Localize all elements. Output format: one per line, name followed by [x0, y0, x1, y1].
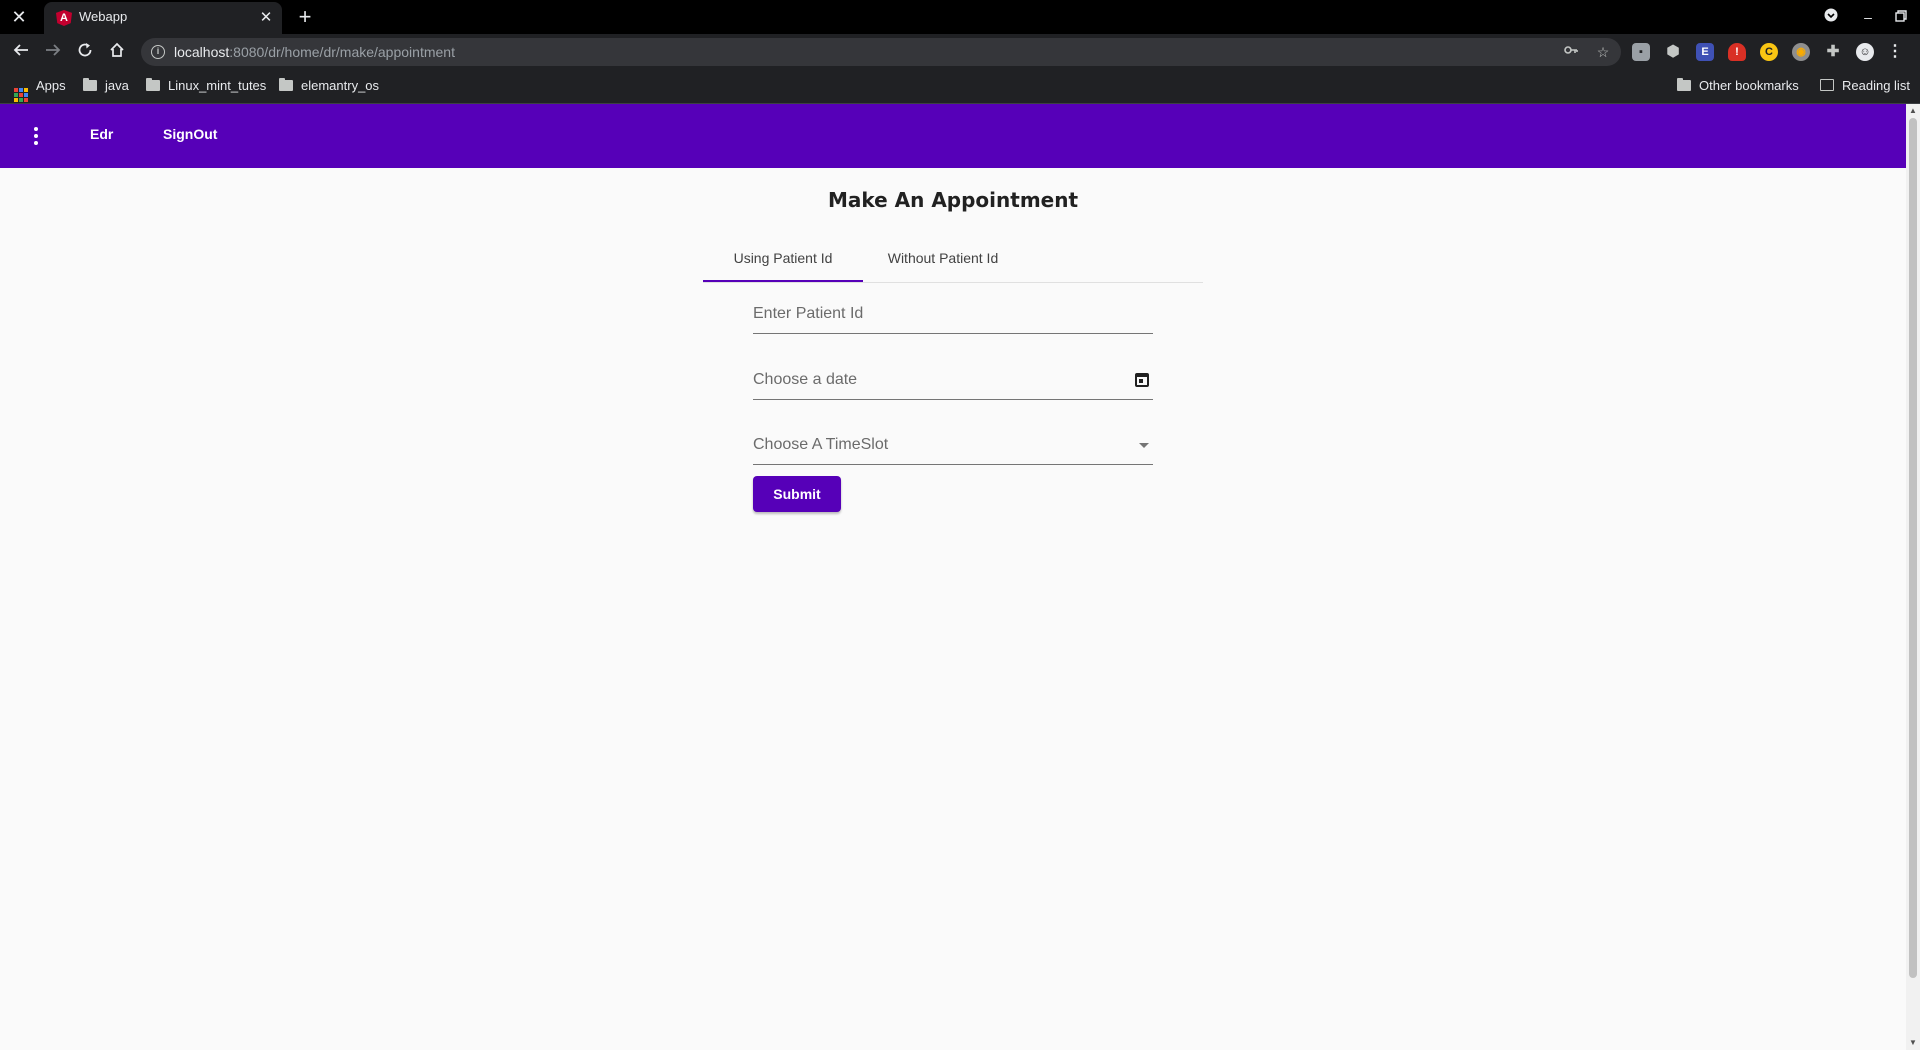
folder-icon: [146, 78, 160, 91]
bookmark-folder-elemantry-os[interactable]: elemantry_os: [279, 78, 379, 96]
appointment-tabs: Using Patient Id Without Patient Id: [703, 234, 1203, 283]
url-host: localhost: [174, 44, 230, 60]
forward-icon[interactable]: [40, 39, 66, 65]
tab-search-icon[interactable]: [1820, 6, 1842, 28]
folder-icon: [83, 78, 97, 91]
patient-id-field[interactable]: [753, 294, 1153, 334]
folder-icon: [1677, 78, 1691, 91]
restore-icon[interactable]: [1890, 6, 1912, 28]
tab-without-patient-id[interactable]: Without Patient Id: [863, 234, 1023, 282]
bookmark-apps[interactable]: Apps: [14, 78, 66, 102]
bookmark-other-bookmarks[interactable]: Other bookmarks: [1677, 78, 1799, 96]
reading-list-label: Reading list: [1842, 78, 1910, 93]
page-title: Make An Appointment: [827, 188, 1079, 212]
extension-cube-icon[interactable]: ⬢: [1664, 43, 1682, 61]
tab-title: Webapp: [79, 9, 128, 24]
web-page: Edr SignOut Make An Appointment Using Pa…: [0, 104, 1906, 1050]
submit-button[interactable]: Submit: [753, 476, 841, 512]
star-icon[interactable]: ☆: [1593, 42, 1613, 62]
extension-eyes-icon[interactable]: ◉: [1792, 43, 1810, 61]
nav-link-signout[interactable]: SignOut: [163, 126, 217, 142]
browser-titlebar: ✕ A Webapp ✕ + –: [0, 0, 1920, 34]
bookmark-folder-linux-mint-tutes[interactable]: Linux_mint_tutes: [146, 78, 266, 96]
active-tab-indicator: [703, 280, 863, 282]
scroll-thumb[interactable]: [1909, 118, 1917, 978]
site-info-icon[interactable]: i: [151, 45, 165, 59]
app-toolbar: Edr SignOut: [0, 104, 1906, 168]
more-vert-icon[interactable]: [22, 120, 50, 152]
timeslot-select[interactable]: Choose A TimeSlot: [753, 425, 1153, 465]
extension-yellow-icon[interactable]: C: [1760, 43, 1778, 61]
page-scrollbar[interactable]: ▲ ▼: [1906, 104, 1920, 1050]
extension-blue-icon[interactable]: E: [1696, 43, 1714, 61]
address-bar[interactable]: i localhost:8080/dr/home/dr/make/appoint…: [141, 38, 1621, 66]
date-field[interactable]: Choose a date: [753, 360, 1153, 400]
minimize-icon[interactable]: –: [1857, 6, 1879, 28]
bookmark-folder-java[interactable]: java: [83, 78, 129, 96]
extension-red-icon[interactable]: !: [1728, 43, 1746, 61]
reload-icon[interactable]: [72, 39, 98, 65]
browser-menu-icon[interactable]: ⋮: [1886, 43, 1904, 61]
reading-list[interactable]: Reading list: [1820, 78, 1910, 96]
angular-favicon-icon: A: [56, 10, 72, 26]
extension-1-icon[interactable]: ▪: [1632, 43, 1650, 61]
tab-using-patient-id[interactable]: Using Patient Id: [703, 234, 863, 282]
tab-close-icon[interactable]: ✕: [256, 8, 276, 28]
close-window-icon[interactable]: ✕: [8, 6, 30, 28]
calendar-icon[interactable]: [1135, 373, 1149, 387]
timeslot-placeholder: Choose A TimeSlot: [753, 436, 889, 453]
profile-avatar-icon[interactable]: ☺: [1856, 43, 1874, 61]
url-text[interactable]: localhost:8080/dr/home/dr/make/appointme…: [174, 44, 455, 60]
date-placeholder: Choose a date: [753, 371, 858, 388]
apps-grid-icon: [14, 88, 28, 102]
url-path: :8080/dr/home/dr/make/appointment: [229, 44, 455, 60]
reading-list-icon: [1820, 79, 1834, 91]
key-icon[interactable]: [1561, 42, 1581, 62]
back-icon[interactable]: [8, 39, 34, 65]
new-tab-icon[interactable]: +: [292, 5, 318, 31]
scroll-up-icon[interactable]: ▲: [1906, 104, 1920, 118]
extensions-puzzle-icon[interactable]: ✚: [1824, 43, 1842, 61]
nav-link-edr[interactable]: Edr: [90, 126, 113, 142]
patient-id-input[interactable]: [753, 302, 1113, 326]
bookmarks-bar: Apps java Linux_mint_tutes elemantry_os …: [0, 70, 1920, 104]
folder-icon: [279, 78, 293, 91]
bookmark-apps-label: Apps: [36, 78, 66, 93]
bookmark-label: java: [105, 78, 129, 93]
bookmark-label: elemantry_os: [301, 78, 380, 93]
home-icon[interactable]: [104, 39, 130, 65]
dropdown-arrow-icon[interactable]: [1139, 443, 1149, 448]
browser-tab[interactable]: A Webapp ✕: [44, 2, 282, 34]
bookmark-label: Linux_mint_tutes: [168, 78, 267, 93]
browser-toolbar: i localhost:8080/dr/home/dr/make/appoint…: [0, 34, 1920, 70]
bookmark-label: Other bookmarks: [1699, 78, 1799, 93]
scroll-down-icon[interactable]: ▼: [1906, 1036, 1920, 1050]
